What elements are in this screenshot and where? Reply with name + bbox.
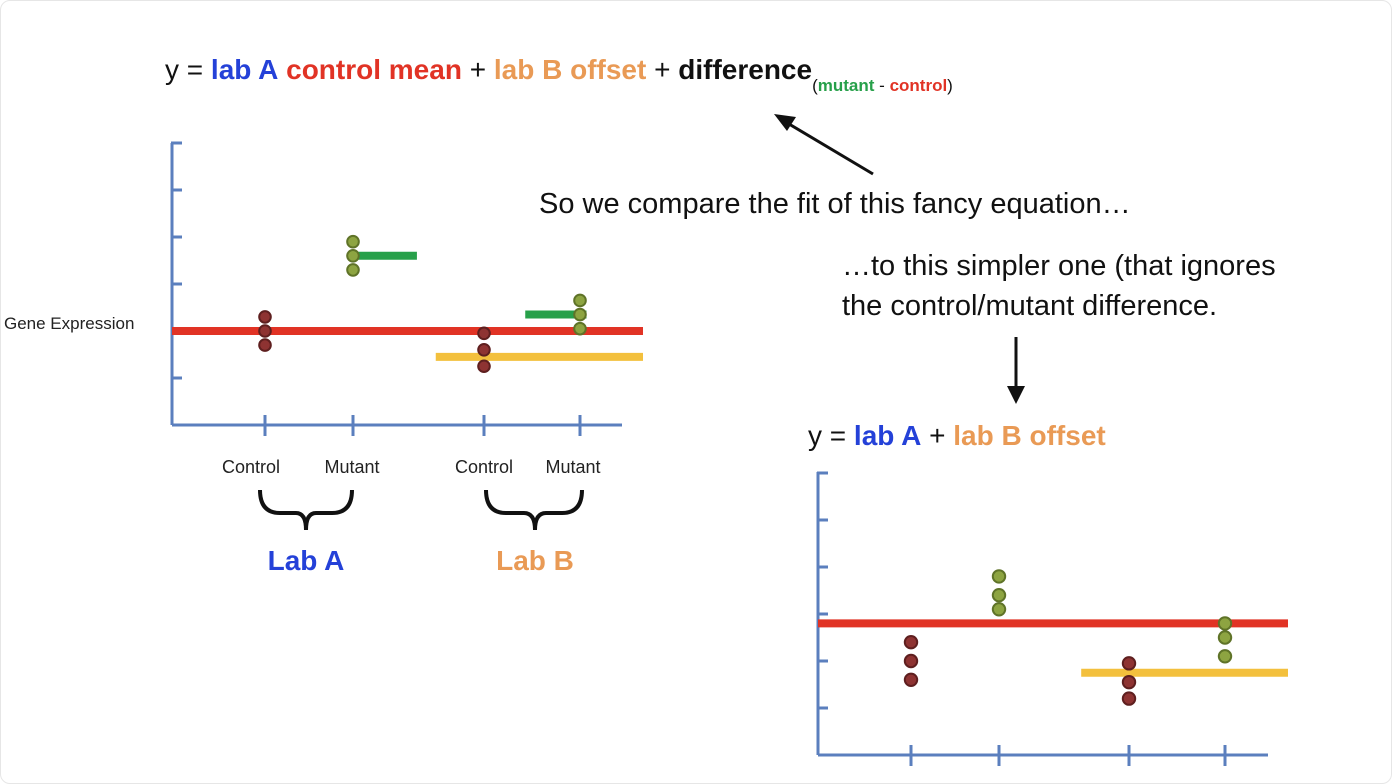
brace-lab-b [484,489,584,531]
control-point [903,672,919,687]
mutant-point [991,569,1007,584]
control-point [477,326,491,341]
mutant-point [1217,616,1233,631]
mutant-point [346,234,360,249]
arrow-to-full-equation [774,114,874,176]
control-point [258,338,272,352]
arrow-to-simple-equation [1007,337,1025,404]
control-point [258,324,272,338]
mutant-point [991,602,1007,617]
mutant-point [573,307,587,322]
slide: y = lab A control mean + lab B offset + … [0,0,1392,784]
control-point [258,310,272,324]
control-point [1121,656,1137,671]
control-point [477,343,491,357]
mutant-point [346,263,360,277]
control-point [903,653,919,669]
mutant-point [1217,630,1233,645]
control-point [1121,674,1137,690]
control-point [1121,691,1137,706]
mutant-point [346,249,360,263]
control-point [477,359,491,374]
mutant-point [573,293,587,308]
brace-lab-a [258,489,354,531]
mutant-point [1217,649,1233,664]
control-point [903,635,919,650]
chart-simple-model [816,471,1288,766]
mutant-point [991,588,1007,603]
mutant-point [573,321,587,336]
plots-canvas [170,114,1288,766]
chart-full-model [170,141,643,436]
